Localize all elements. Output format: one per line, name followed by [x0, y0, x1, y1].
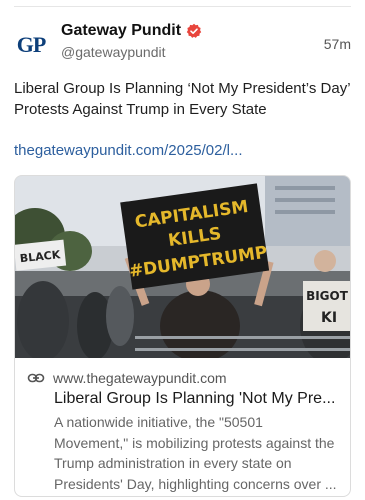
card-meta: www.thegatewaypundit.com Liberal Group I…: [27, 369, 340, 494]
post-text: Liberal Group Is Planning ‘Not My Presid…: [14, 80, 350, 118]
card-description: A nationwide initiative, the "50501 Move…: [54, 414, 337, 492]
top-divider: [14, 6, 351, 7]
display-name-row: Gateway Pundit: [61, 22, 202, 40]
link-preview-card[interactable]: CAPITALISM KILLS #DUMPTRUMP BLACK BIGOT …: [14, 175, 351, 497]
author-block: Gateway Pundit @gatewaypundit: [61, 22, 202, 60]
verified-badge-icon: [186, 23, 202, 38]
post-link[interactable]: thegatewaypundit.com/2025/02/l...: [14, 142, 243, 159]
link-icon: [27, 373, 45, 383]
avatar-logo: GP: [16, 32, 47, 57]
card-title[interactable]: Liberal Group Is Planning 'Not My Pre...: [54, 390, 339, 408]
svg-text:BIGOT: BIGOT: [306, 289, 349, 303]
post-timestamp: 57m: [323, 36, 351, 52]
post-header: GP Gateway Pundit @gatewaypundit 57m: [14, 22, 351, 66]
svg-text:KI: KI: [321, 310, 337, 326]
card-domain: www.thegatewaypundit.com: [53, 370, 227, 386]
card-image: CAPITALISM KILLS #DUMPTRUMP BLACK BIGOT …: [15, 176, 350, 358]
author-name[interactable]: Gateway Pundit: [61, 22, 181, 40]
domain-row: www.thegatewaypundit.com: [27, 369, 340, 387]
author-handle[interactable]: @gatewaypundit: [61, 44, 202, 60]
avatar[interactable]: GP: [14, 28, 48, 62]
